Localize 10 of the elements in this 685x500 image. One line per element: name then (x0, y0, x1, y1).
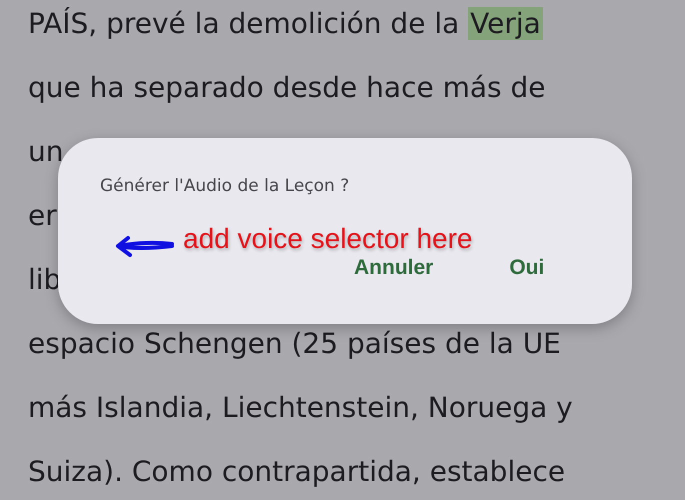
body-text: que ha separado desde hace más de (28, 71, 546, 104)
body-text: PAÍS, prevé la demolición de la (28, 7, 460, 40)
highlighted-word: Verja (468, 7, 543, 40)
body-text: er (28, 199, 57, 232)
dialog-title: Générer l'Audio de la Leçon ? (100, 176, 350, 196)
body-text: más Islandia, Liechtenstein, Noruega y (28, 391, 573, 424)
body-text: espacio Schengen (25 países de la UE (28, 327, 561, 360)
body-text: Suiza). Como contrapartida, establece (28, 455, 566, 488)
dialog-button[interactable]: Oui (509, 252, 544, 283)
body-text: un (28, 135, 64, 168)
